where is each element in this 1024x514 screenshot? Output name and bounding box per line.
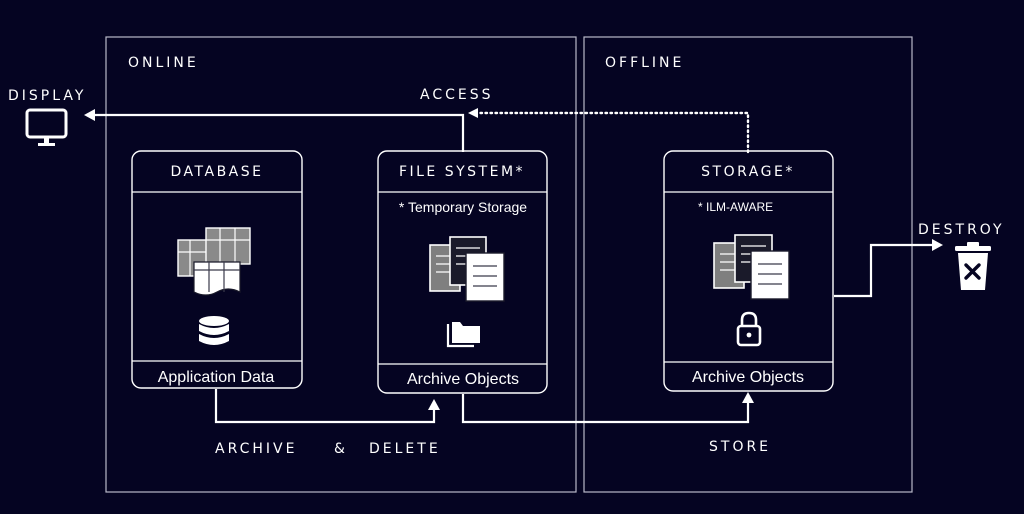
- archive-delete-flow-arrow: [214, 389, 440, 424]
- database-icon: [199, 316, 229, 345]
- database-card-footer: Application Data: [158, 369, 275, 386]
- storage-note: * ILM-AWARE: [698, 200, 773, 214]
- database-card: DATABASE Application Data: [131, 150, 303, 389]
- online-region: [105, 36, 577, 493]
- store-flow-arrow: [461, 392, 754, 424]
- trash-can-icon: [955, 242, 991, 290]
- file-system-card: FILE SYSTEM* * Temporary Storage Archive…: [377, 150, 548, 394]
- access-flow-arrow: [84, 109, 465, 152]
- delete-label: DELETE: [369, 441, 441, 457]
- offline-region-label: OFFLINE: [605, 55, 684, 71]
- folder-icon: [446, 322, 480, 348]
- file-system-card-title: FILE SYSTEM*: [399, 164, 525, 180]
- lock-icon: [736, 311, 762, 347]
- ampersand-label: &: [334, 441, 348, 457]
- online-region-label: ONLINE: [128, 55, 199, 71]
- storage-card-footer: Archive Objects: [692, 369, 804, 386]
- store-label: STORE: [709, 439, 771, 455]
- documents-icon: [429, 236, 505, 302]
- file-system-note: * Temporary Storage: [399, 199, 527, 215]
- access-dotted-arrow: [468, 108, 750, 154]
- database-card-title: DATABASE: [171, 164, 264, 180]
- storage-card-title: STORAGE*: [701, 164, 795, 180]
- file-system-card-footer: Archive Objects: [407, 371, 519, 388]
- destroy-flow-arrow: [834, 239, 943, 298]
- access-label: ACCESS: [420, 87, 494, 103]
- spreadsheet-stack-icon: [177, 227, 251, 296]
- monitor-icon: [25, 108, 68, 146]
- storage-card: STORAGE* * ILM-AWARE Archive Objects: [663, 150, 834, 392]
- ilm-diagram: ONLINE OFFLINE DISPLAY ACCESS DATABASE A…: [8, 36, 1005, 493]
- archive-label: ARCHIVE: [215, 441, 297, 457]
- destroy-label: DESTROY: [918, 222, 1005, 238]
- display-label: DISPLAY: [8, 88, 86, 104]
- documents-icon: [713, 234, 790, 300]
